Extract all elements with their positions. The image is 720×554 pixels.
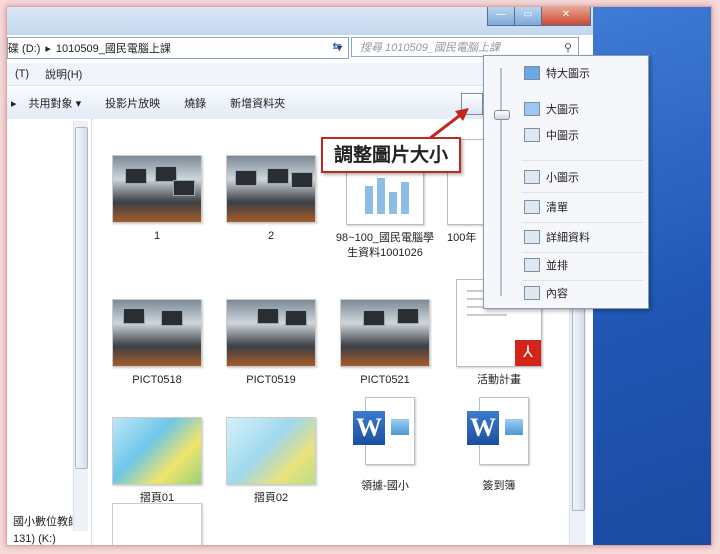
- search-box[interactable]: 搜尋 1010509_國民電腦上課 ⚲: [351, 37, 579, 57]
- burn-button[interactable]: 燒錄: [172, 95, 218, 111]
- nav-item-2[interactable]: 131) (K:): [13, 533, 56, 545]
- file-item-2[interactable]: 2: [219, 155, 323, 244]
- slideshow-button[interactable]: 投影片放映: [93, 95, 172, 111]
- file-item-13[interactable]: [105, 503, 209, 545]
- file-item-12[interactable]: W 簽到簿: [447, 397, 551, 494]
- search-icon[interactable]: ⚲: [564, 41, 572, 54]
- file-item-1[interactable]: 1: [105, 155, 209, 244]
- view-option-medium[interactable]: 中圖示: [524, 126, 579, 144]
- file-item-7[interactable]: PICT0521: [333, 299, 437, 388]
- poster-thumbnail: [226, 417, 316, 485]
- view-size-menu: 特大圖示 大圖示 中圖示 小圖示 清單 詳細資料 並排 內容: [483, 55, 649, 309]
- document-thumbnail: [112, 503, 202, 545]
- file-label: 2: [267, 230, 275, 242]
- word-icon: W: [465, 397, 533, 467]
- extra-large-icons-icon: [524, 66, 540, 80]
- list-view-icon: [524, 200, 540, 214]
- file-label: 簽到簿: [482, 480, 516, 492]
- minimize-button[interactable]: —: [487, 7, 515, 26]
- breadcrumb-separator-icon: ▸: [45, 42, 51, 55]
- share-button[interactable]: 共用對象 ▾: [17, 95, 94, 111]
- file-label: PICT0519: [246, 374, 296, 386]
- address-folder[interactable]: 1010509_國民電腦上課: [56, 40, 171, 56]
- address-bar[interactable]: 碟 (D:) ▸ 1010509_國民電腦上課 ▼: [7, 37, 349, 59]
- pdf-icon: ⅄: [515, 340, 541, 366]
- view-option-tiles[interactable]: 並排: [524, 256, 568, 274]
- tiles-view-icon: [524, 258, 540, 272]
- details-view-icon: [524, 230, 540, 244]
- refresh-button[interactable]: ⇆: [327, 37, 347, 57]
- file-label: 領據-國小: [361, 480, 409, 492]
- menu-help[interactable]: 說明(H): [37, 66, 90, 82]
- file-label: 活動計畫: [477, 374, 521, 386]
- explorer-screenshot: — ▭ ✕ 碟 (D:) ▸ 1010509_國民電腦上課 ▼ ⇆ 搜尋 101…: [6, 6, 712, 546]
- view-option-content[interactable]: 內容: [524, 284, 568, 302]
- file-item-11[interactable]: W 領據-國小: [333, 397, 437, 494]
- content-view-icon: [524, 286, 540, 300]
- file-item-9[interactable]: 摺頁01: [105, 417, 209, 506]
- file-item-10[interactable]: 摺頁02: [219, 417, 323, 506]
- photo-thumbnail: [112, 299, 202, 367]
- nav-scroll-thumb[interactable]: [75, 127, 88, 469]
- file-label: PICT0521: [360, 374, 410, 386]
- search-placeholder: 搜尋 1010509_國民電腦上課: [360, 42, 500, 54]
- photo-thumbnail: [340, 299, 430, 367]
- menu-tools[interactable]: (T): [7, 68, 37, 80]
- photo-thumbnail: [226, 155, 316, 223]
- view-option-extra-large[interactable]: 特大圖示: [524, 64, 590, 82]
- address-drive[interactable]: 碟 (D:): [8, 40, 40, 56]
- icon-size-slider[interactable]: [494, 64, 510, 298]
- view-option-details[interactable]: 詳細資料: [524, 228, 590, 246]
- new-folder-button[interactable]: 新增資料夾: [218, 95, 297, 111]
- file-label: 98~100_國民電腦學生資料1001026: [335, 232, 435, 259]
- view-option-small[interactable]: 小圖示: [524, 168, 579, 186]
- view-option-list[interactable]: 清單: [524, 198, 568, 216]
- photo-thumbnail: [112, 155, 202, 223]
- slider-knob[interactable]: [494, 110, 510, 120]
- nav-item-1[interactable]: 國小數位教師: [13, 513, 79, 529]
- small-icons-icon: [524, 170, 540, 184]
- poster-thumbnail: [112, 417, 202, 485]
- file-label: 摺頁02: [253, 492, 289, 504]
- file-item-6[interactable]: PICT0519: [219, 299, 323, 388]
- large-icons-icon: [524, 102, 540, 116]
- file-label: PICT0518: [132, 374, 182, 386]
- close-button[interactable]: ✕: [541, 7, 591, 26]
- nav-scrollbar[interactable]: [73, 121, 88, 531]
- file-label: 1: [153, 230, 161, 242]
- annotation-callout: 調整圖片大小: [321, 137, 461, 173]
- file-item-5[interactable]: PICT0518: [105, 299, 209, 388]
- photo-thumbnail: [226, 299, 316, 367]
- view-option-large[interactable]: 大圖示: [524, 100, 579, 118]
- medium-icons-icon: [524, 128, 540, 142]
- maximize-button[interactable]: ▭: [514, 7, 542, 26]
- file-label: 100年: [447, 232, 477, 244]
- word-icon: W: [351, 397, 419, 467]
